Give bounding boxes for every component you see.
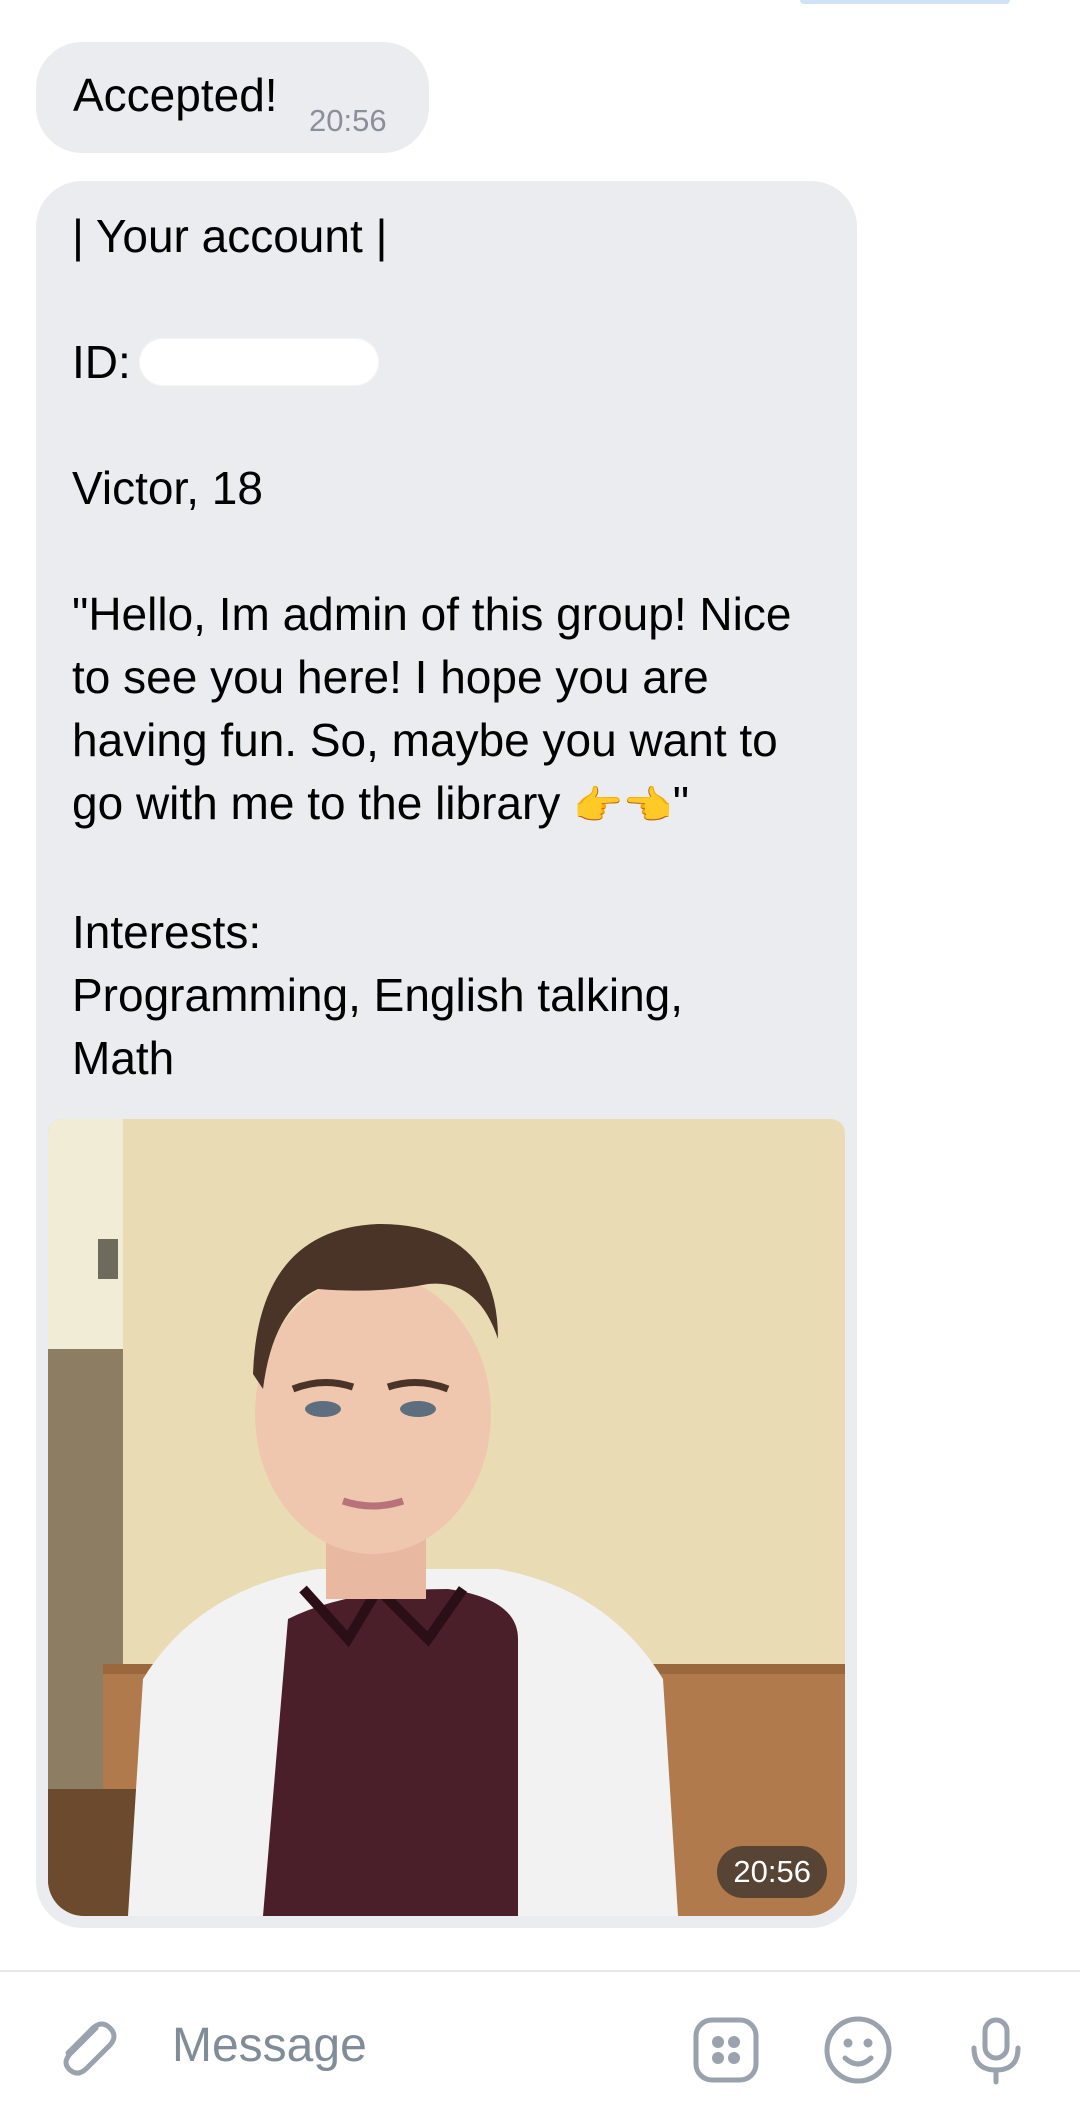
- paperclip-icon[interactable]: [50, 2010, 120, 2080]
- interests-line-1: Programming, English talking,: [72, 969, 684, 1021]
- top-indicator: [800, 0, 1010, 4]
- pointing-fingers-emoji-icon: 👉👈: [573, 784, 673, 828]
- card-quote-line-3: having fun. So, maybe you want to: [72, 714, 778, 766]
- message-composer: Message: [0, 1970, 1080, 2119]
- interests-line-2: Math: [72, 1032, 175, 1084]
- microphone-icon[interactable]: [960, 2014, 1032, 2086]
- emoji-icon[interactable]: [822, 2014, 894, 2086]
- message-input[interactable]: Message: [172, 2018, 367, 2073]
- card-id-line: ID:: [72, 331, 842, 394]
- message-bubble-profile[interactable]: | Your account | ID: Victor, 18 "Hello, …: [36, 181, 857, 1928]
- message-bubble-accepted[interactable]: Accepted! 20:56: [36, 42, 429, 153]
- keyboard-icon[interactable]: [690, 2014, 762, 2086]
- profile-photo[interactable]: 20:56: [48, 1119, 845, 1916]
- id-label: ID:: [72, 336, 131, 388]
- message-time: 20:56: [309, 103, 387, 138]
- card-quote-line-4: go with me to the library 👉👈": [72, 772, 842, 838]
- card-quote-line-1: "Hello, Im admin of this group! Nice: [72, 588, 792, 640]
- card-name-age: Victor, 18: [72, 462, 263, 514]
- redacted-id: [138, 338, 379, 386]
- quote-text: go with me to the library: [72, 777, 561, 829]
- profile-card-text: | Your account | ID: Victor, 18 "Hello, …: [72, 205, 842, 1090]
- photo-time: 20:56: [717, 1846, 827, 1898]
- interests-label: Interests:: [72, 906, 262, 958]
- quote-end: ": [672, 777, 690, 829]
- message-text: Accepted!: [73, 69, 278, 121]
- card-header: | Your account |: [72, 210, 388, 262]
- card-quote-line-2: to see you here! I hope you are: [72, 651, 709, 703]
- portrait-image: [48, 1119, 845, 1916]
